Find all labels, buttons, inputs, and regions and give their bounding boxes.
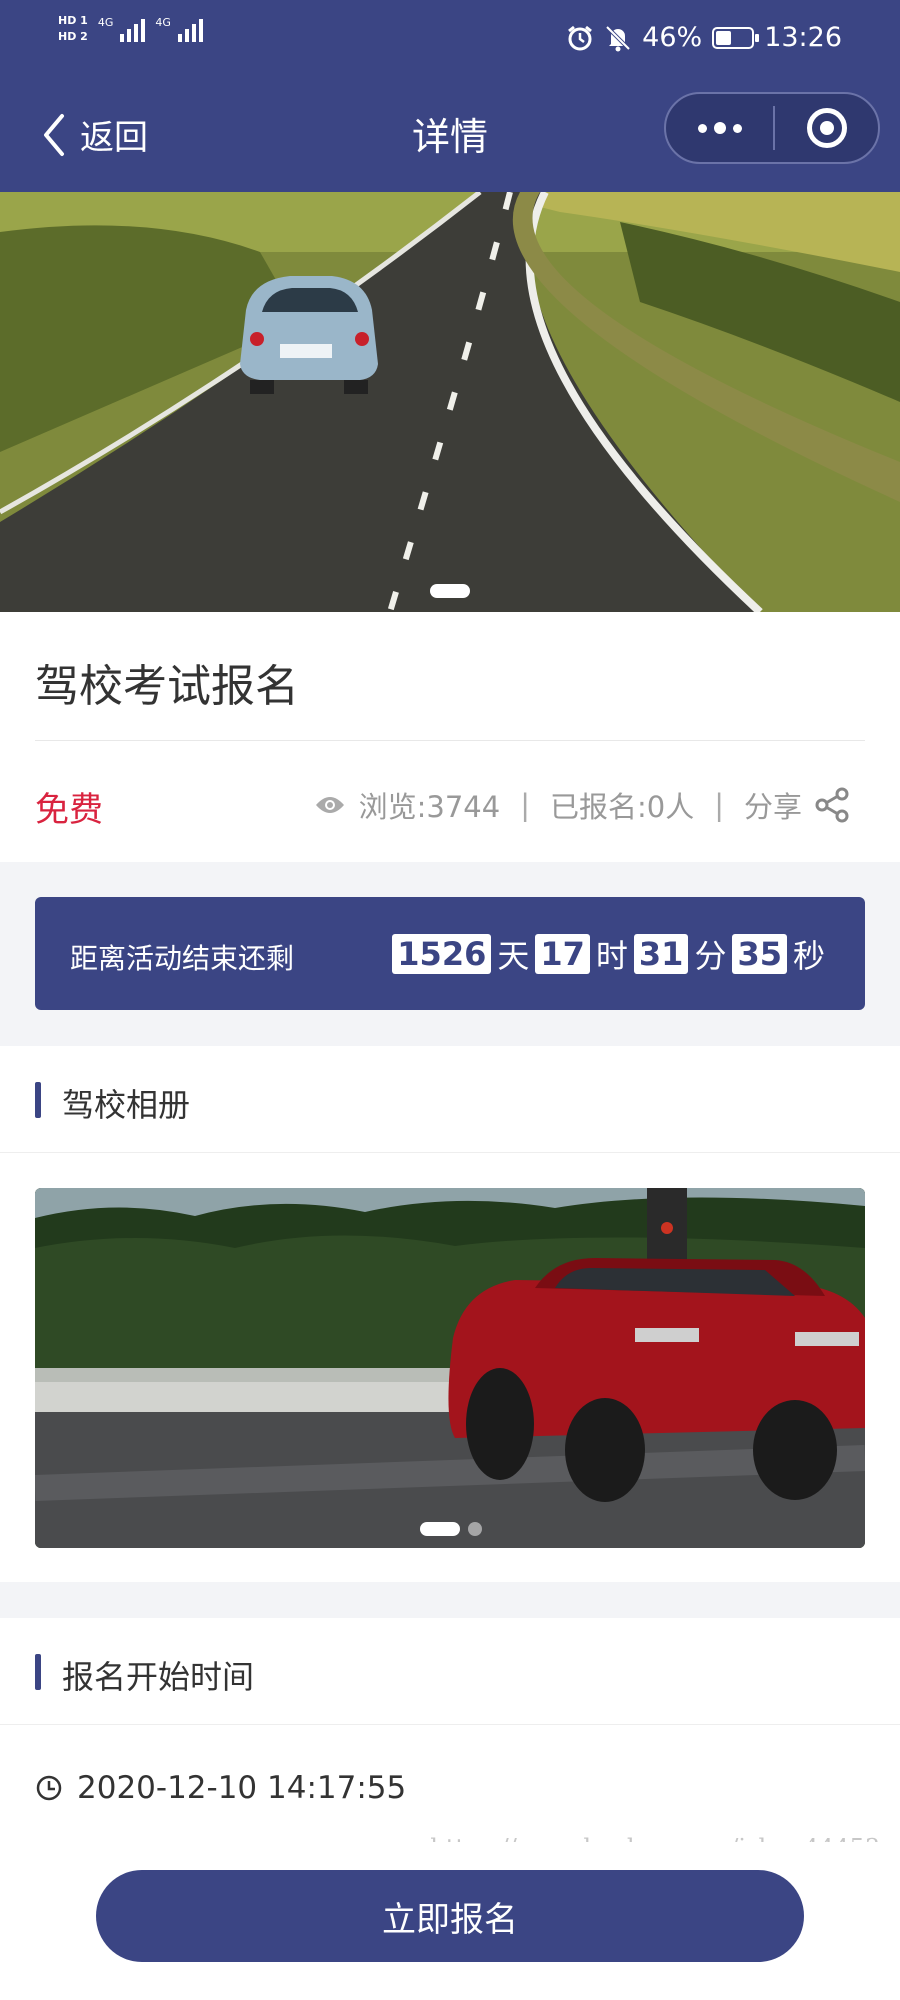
album-image (35, 1188, 865, 1548)
registration-section: 报名开始时间 2020-12-10 14:17:55 (0, 1618, 900, 1842)
stat-separator: | (714, 788, 724, 822)
apply-button[interactable]: 立即报名 (96, 1870, 804, 1962)
hd1-label: HD 1 (58, 14, 88, 27)
network-indicators: HD 1 HD 2 4G 4G (58, 14, 203, 44)
divider (0, 1724, 900, 1725)
battery-icon (712, 26, 760, 49)
more-icon[interactable] (666, 94, 773, 162)
event-info: 驾校考试报名 免费 浏览:3744 | 已报名:0人 | 分享 (0, 612, 900, 862)
banner-indicator-active (430, 584, 470, 598)
mute-icon (605, 25, 631, 51)
back-button[interactable]: 返回 (40, 110, 148, 159)
stat-separator: | (520, 788, 530, 822)
section-title: 报名开始时间 (62, 1658, 255, 1696)
miniprogram-capsule (664, 92, 880, 164)
seconds-unit: 秒 (792, 937, 825, 975)
section-accent-bar (35, 1082, 41, 1118)
album-indicator (468, 1522, 482, 1536)
hours-unit: 时 (595, 937, 628, 975)
nav-bar: 返回 详情 (0, 80, 900, 192)
album-indicator-active (420, 1522, 460, 1536)
divider (0, 1152, 900, 1153)
countdown-minutes: 31 (633, 934, 689, 974)
eye-icon (315, 797, 344, 813)
divider (35, 740, 865, 741)
footer-bar: 立即报名 (0, 1842, 900, 2000)
album-carousel[interactable] (35, 1188, 865, 1548)
signal-icon: 4G (98, 16, 146, 42)
price-label: 免费 (35, 790, 103, 830)
banner-carousel[interactable] (0, 192, 900, 612)
clock: 13:26 (764, 22, 842, 53)
back-label: 返回 (80, 118, 148, 158)
section-title: 驾校相册 (62, 1086, 191, 1124)
event-stats: 浏览:3744 | 已报名:0人 | 分享 (315, 784, 850, 826)
registered-count: 已报名:0人 (549, 790, 695, 824)
share-label: 分享 (743, 790, 802, 824)
countdown-timer: 1526 天 17 时 31 分 35 秒 (392, 931, 825, 977)
hd-indicator: HD 1 HD 2 (58, 14, 88, 44)
countdown-banner: 距离活动结束还剩 1526 天 17 时 31 分 35 秒 (35, 897, 865, 1010)
share-button[interactable]: 分享 (744, 784, 850, 826)
album-section: 驾校相册 (0, 1046, 900, 1582)
alarm-icon (568, 25, 593, 50)
countdown-label: 距离活动结束还剩 (70, 942, 295, 975)
banner-image (0, 192, 900, 612)
net2-label: 4G (155, 16, 171, 29)
minutes-unit: 分 (694, 937, 727, 975)
section-header: 驾校相册 (0, 1046, 900, 1153)
clock-icon (36, 1775, 62, 1801)
countdown-seconds: 35 (732, 934, 787, 974)
chevron-left-icon (44, 113, 64, 156)
share-icon (815, 787, 849, 823)
system-indicators: 46% 13:26 (566, 22, 842, 53)
target-icon[interactable] (775, 108, 878, 148)
section-header: 报名开始时间 (0, 1618, 900, 1725)
hd2-label: HD 2 (58, 30, 88, 43)
countdown-hours: 17 (535, 934, 590, 974)
countdown-days: 1526 (392, 934, 492, 974)
days-unit: 天 (497, 937, 530, 975)
registration-start-time: 2020-12-10 14:17:55 (35, 1770, 406, 1806)
net1-label: 4G (97, 16, 114, 29)
signal-icon-2: 4G (155, 16, 203, 42)
car-graphic (240, 276, 378, 394)
status-bar: HD 1 HD 2 4G 4G 46% 13:26 (0, 0, 900, 80)
start-time-value: 2020-12-10 14:17:55 (77, 1770, 407, 1806)
event-title: 驾校考试报名 (35, 661, 299, 712)
battery-percent: 46% (642, 22, 703, 53)
section-accent-bar (35, 1654, 41, 1690)
views-count: 浏览:3744 (358, 790, 501, 824)
